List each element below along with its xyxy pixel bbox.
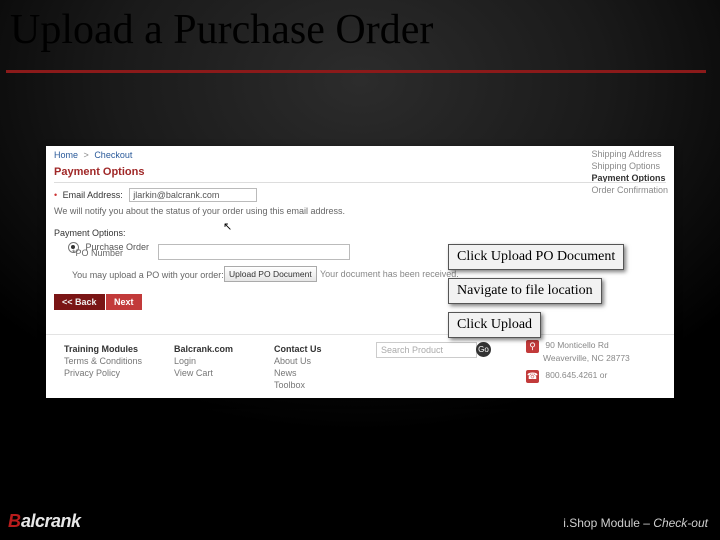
brand-logo: Balcrank: [8, 511, 81, 532]
footer-link[interactable]: Privacy Policy: [64, 367, 142, 379]
slide-title: Upload a Purchase Order: [10, 6, 433, 54]
footer-col-3: Contact Us About Us News Toolbox: [274, 343, 322, 391]
document-received-message: Your document has been received.: [320, 269, 459, 279]
email-field[interactable]: jlarkin@balcrank.com: [129, 188, 257, 202]
brand-rest: alcrank: [21, 511, 81, 531]
payment-options-header: Payment Options: [54, 166, 144, 178]
step-order-confirmation[interactable]: Order Confirmation: [591, 184, 668, 196]
po-number-field[interactable]: [158, 244, 350, 260]
footer-link[interactable]: Contact Us: [274, 343, 322, 355]
breadcrumb-current: Checkout: [94, 150, 132, 160]
next-button[interactable]: Next: [106, 294, 142, 310]
footer-link[interactable]: News: [274, 367, 322, 379]
page-label: Check-out: [653, 516, 708, 530]
footer-link[interactable]: About Us: [274, 355, 322, 367]
footer-link[interactable]: Terms & Conditions: [64, 355, 142, 367]
checkout-steps: Shipping Address Shipping Options Paymen…: [591, 148, 668, 196]
app-screenshot: Home > Checkout Shipping Address Shippin…: [46, 146, 674, 398]
divider: [54, 182, 666, 183]
callout-step-2: Navigate to file location: [448, 278, 602, 304]
step-shipping-options[interactable]: Shipping Options: [591, 160, 668, 172]
address-line-2: Weaverville, NC 28773: [543, 353, 630, 363]
module-label: i.Shop Module –: [563, 516, 653, 530]
email-note: We will notify you about the status of y…: [54, 206, 345, 216]
title-underline: [6, 70, 706, 73]
back-button[interactable]: << Back: [54, 294, 105, 310]
footer-phone: ☎ 800.645.4261 or: [526, 370, 666, 383]
upload-po-document-button[interactable]: Upload PO Document: [224, 266, 317, 282]
email-label: Email Address:: [63, 190, 123, 200]
footer-address: ⚲ 90 Monticello Rd Weaverville, NC 28773: [526, 340, 666, 364]
cursor-icon: ↖: [223, 220, 232, 233]
callout-step-3: Click Upload: [448, 312, 541, 338]
brand-letter: B: [8, 511, 21, 531]
step-shipping-address[interactable]: Shipping Address: [591, 148, 668, 160]
slide-footer-text: i.Shop Module – Check-out: [563, 516, 708, 530]
po-number-label: *PO Number: [72, 248, 123, 258]
phone-icon: ☎: [526, 370, 539, 383]
required-star: •: [54, 190, 57, 200]
footer-col-2: Balcrank.com Login View Cart: [174, 343, 233, 379]
breadcrumb-home[interactable]: Home: [54, 150, 78, 160]
footer-link[interactable]: Balcrank.com: [174, 343, 233, 355]
email-row: • Email Address: jlarkin@balcrank.com: [54, 188, 257, 202]
search-go-button[interactable]: Go: [476, 342, 491, 357]
breadcrumb-sep: >: [84, 150, 89, 160]
breadcrumb: Home > Checkout: [54, 150, 132, 160]
address-line-1: 90 Monticello Rd: [545, 340, 608, 350]
footer-link[interactable]: Toolbox: [274, 379, 322, 391]
upload-note: You may upload a PO with your order:: [72, 270, 224, 280]
payment-options-label: Payment Options:: [54, 228, 126, 238]
footer-link[interactable]: Login: [174, 355, 233, 367]
callout-step-1: Click Upload PO Document: [448, 244, 624, 270]
map-pin-icon: ⚲: [526, 340, 539, 353]
footer-col-1: Training Modules Terms & Conditions Priv…: [64, 343, 142, 379]
footer-link[interactable]: View Cart: [174, 367, 233, 379]
footer-link[interactable]: Training Modules: [64, 343, 142, 355]
search-input[interactable]: Search Product: [376, 342, 477, 358]
phone-number: 800.645.4261 or: [545, 370, 607, 380]
